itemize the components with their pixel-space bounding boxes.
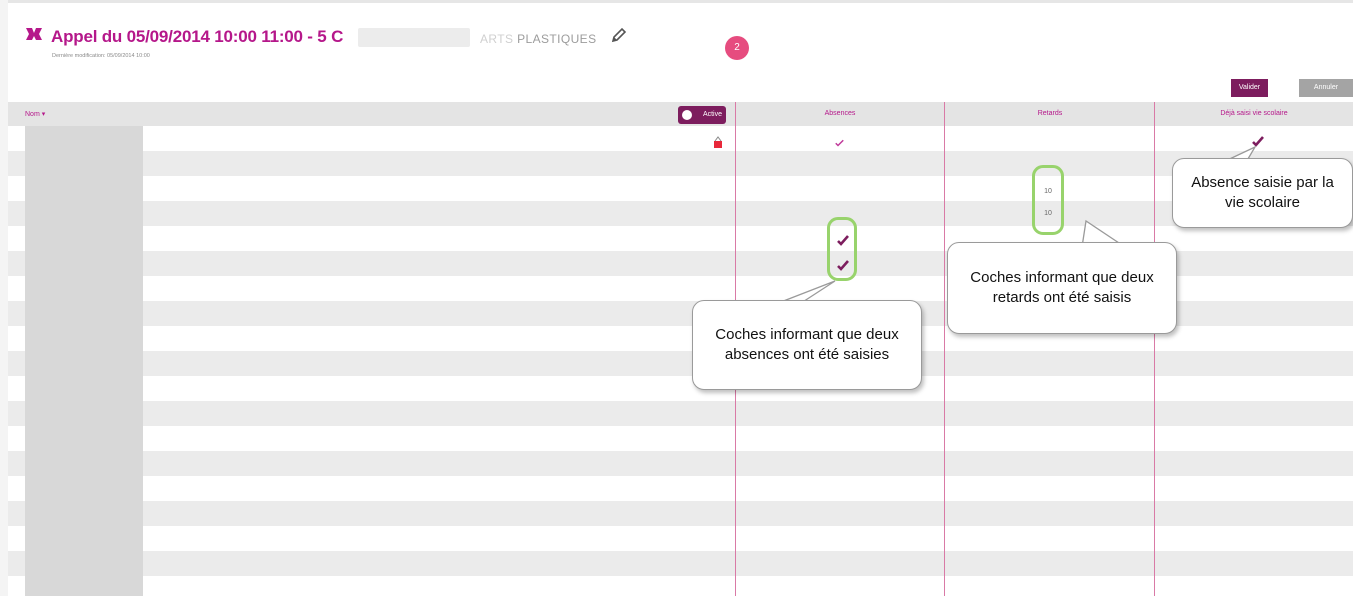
- subject-blur: ARTS: [480, 32, 514, 46]
- edit-pencil-icon[interactable]: [610, 27, 627, 44]
- table-row[interactable]: [8, 551, 1353, 576]
- student-name-redacted: [25, 401, 143, 426]
- student-name-redacted: [25, 126, 143, 151]
- absence-check-icon[interactable]: [836, 234, 850, 246]
- sort-by-name-header[interactable]: Nom ▾: [25, 110, 45, 118]
- table-row[interactable]: [8, 526, 1353, 551]
- late-count-1[interactable]: 10: [1041, 188, 1055, 195]
- table-row[interactable]: [8, 176, 1353, 201]
- table-row[interactable]: [8, 501, 1353, 526]
- column-header-retards[interactable]: Retards: [945, 110, 1155, 117]
- column-header-vie-scolaire[interactable]: Déjà saisi vie scolaire: [1155, 110, 1353, 117]
- student-name-redacted: [25, 301, 143, 326]
- student-name-redacted: [25, 526, 143, 551]
- student-name-redacted: [25, 226, 143, 251]
- student-name-redacted: [25, 476, 143, 501]
- callout-retards: Coches informant que deux retards ont ét…: [947, 242, 1177, 334]
- table-row[interactable]: [8, 401, 1353, 426]
- subject-name: PLASTIQUES: [517, 32, 597, 46]
- column-divider: [1154, 102, 1155, 596]
- cancel-button[interactable]: Annuler: [1299, 79, 1353, 97]
- table-row[interactable]: [8, 151, 1353, 176]
- student-name-redacted: [25, 276, 143, 301]
- student-name-redacted: [25, 426, 143, 451]
- subject-label: ARTS PLASTIQUES: [480, 32, 596, 46]
- table-row[interactable]: [8, 476, 1353, 501]
- table-row[interactable]: [8, 201, 1353, 226]
- page-title: Appel du 05/09/2014 10:00 11:00 - 5 C: [51, 27, 344, 46]
- step-number-badge: 2: [725, 36, 749, 60]
- active-toggle[interactable]: Active: [678, 106, 726, 124]
- absence-flag-icon[interactable]: [712, 136, 724, 149]
- late-count-2[interactable]: 10: [1041, 210, 1055, 217]
- student-name-redacted: [25, 376, 143, 401]
- highlight-ring-absences: [827, 217, 857, 281]
- table-row[interactable]: [8, 351, 1353, 376]
- callout-vie-scolaire: Absence saisie par la vie scolaire: [1172, 158, 1353, 228]
- student-name-redacted: [25, 551, 143, 576]
- student-name-redacted: [25, 151, 143, 176]
- class-name-redacted: [358, 28, 470, 47]
- column-divider: [944, 102, 945, 596]
- student-name-redacted: [25, 201, 143, 226]
- window-left-border: [0, 0, 8, 596]
- student-name-redacted: [25, 176, 143, 201]
- student-name-redacted: [25, 576, 143, 596]
- app-logo-icon: [26, 28, 42, 40]
- absence-check-icon[interactable]: [836, 259, 850, 271]
- toggle-knob: [682, 110, 692, 120]
- window-top-border: [0, 0, 1353, 3]
- table-row[interactable]: [8, 576, 1353, 596]
- student-name-redacted: [25, 251, 143, 276]
- validate-button[interactable]: Valider: [1231, 79, 1268, 97]
- student-name-redacted: [25, 451, 143, 476]
- absence-check-icon[interactable]: [834, 138, 845, 147]
- table-row[interactable]: [8, 426, 1353, 451]
- highlight-ring-retards: [1032, 165, 1064, 235]
- table-row[interactable]: [8, 126, 1353, 151]
- active-toggle-label: Active: [702, 111, 722, 118]
- column-header-absences[interactable]: Absences: [736, 110, 944, 117]
- table-row[interactable]: [8, 376, 1353, 401]
- table-row[interactable]: [8, 451, 1353, 476]
- student-name-redacted: [25, 326, 143, 351]
- student-name-redacted: [25, 501, 143, 526]
- student-name-redacted: [25, 351, 143, 376]
- last-modified-text: Dernière modification: 05/09/2014 10:00: [52, 53, 150, 59]
- callout-absences: Coches informant que deux absences ont é…: [692, 300, 922, 390]
